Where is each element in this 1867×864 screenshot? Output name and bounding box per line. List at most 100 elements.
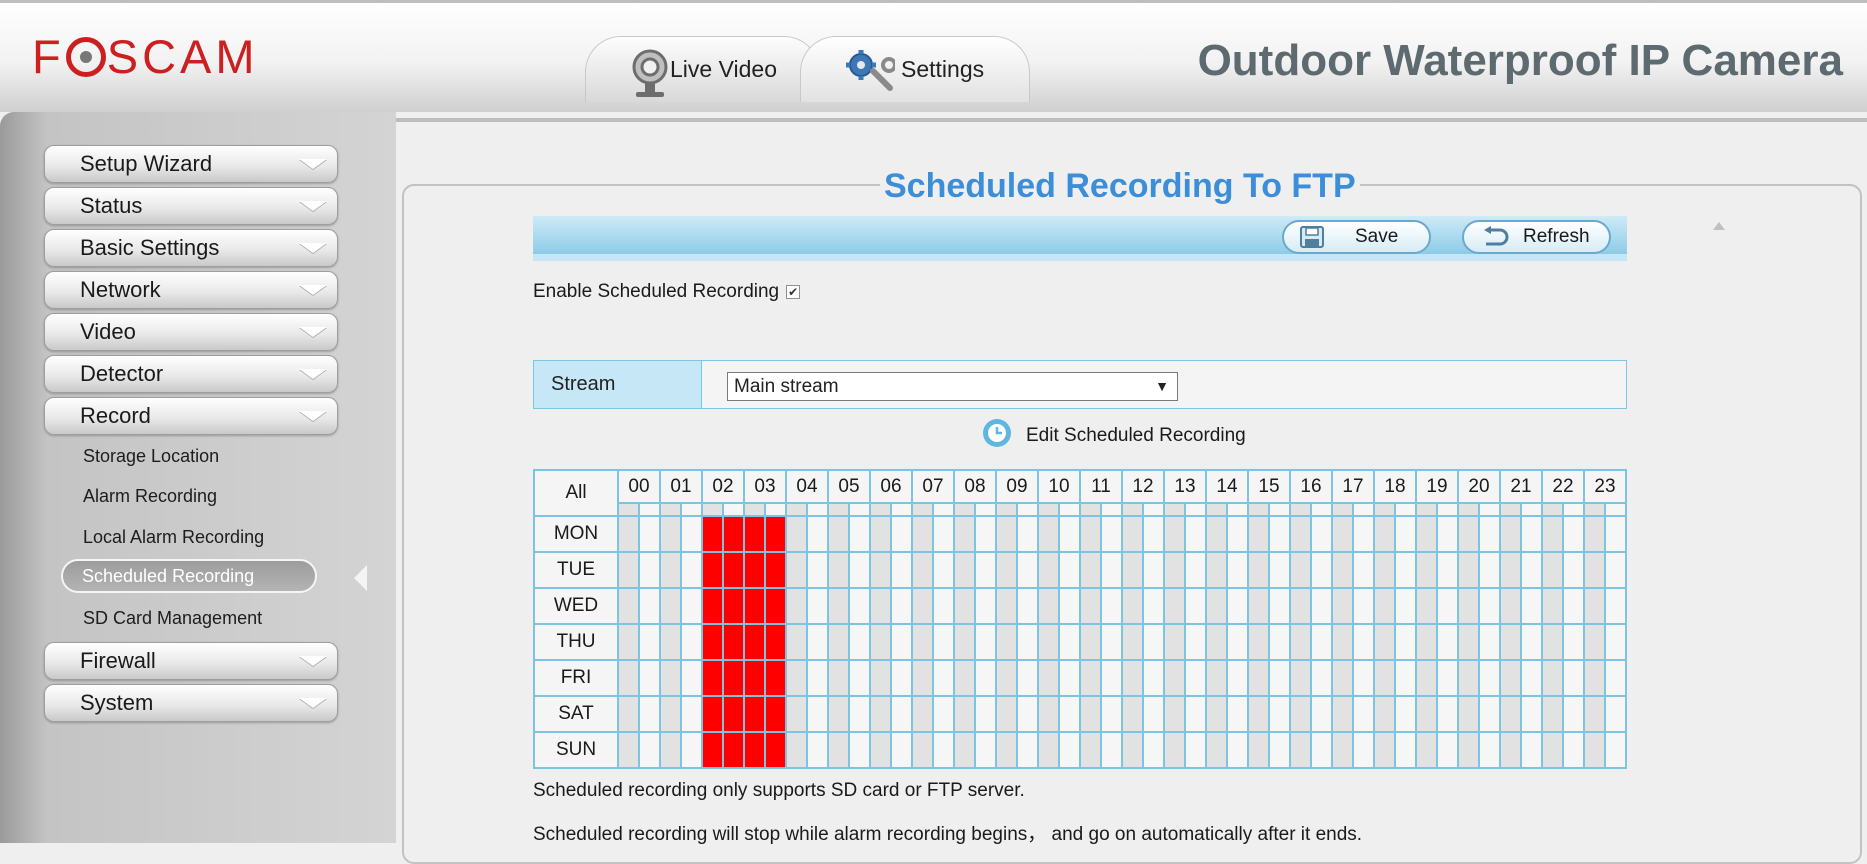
schedule-cell-recording[interactable] <box>701 659 724 697</box>
half-hour-column-selector[interactable] <box>953 501 976 518</box>
schedule-cell[interactable] <box>785 731 808 769</box>
schedule-cell[interactable] <box>659 623 682 661</box>
schedule-cell[interactable] <box>1583 659 1606 697</box>
schedule-cell[interactable] <box>1142 551 1165 589</box>
half-hour-column-selector[interactable] <box>638 501 661 518</box>
schedule-cell[interactable] <box>1226 551 1249 589</box>
schedule-cell[interactable] <box>1499 515 1522 553</box>
schedule-cell[interactable] <box>1184 587 1207 625</box>
schedule-cell-recording[interactable] <box>764 587 787 625</box>
schedule-cell[interactable] <box>890 623 913 661</box>
schedule-cell[interactable] <box>1226 587 1249 625</box>
schedule-cell[interactable] <box>1268 731 1291 769</box>
schedule-cell[interactable] <box>680 587 703 625</box>
hour-header[interactable]: 11 <box>1079 469 1123 504</box>
schedule-cell[interactable] <box>1415 623 1438 661</box>
schedule-cell[interactable] <box>1415 731 1438 769</box>
schedule-cell[interactable] <box>932 623 955 661</box>
schedule-cell[interactable] <box>1058 587 1081 625</box>
half-hour-column-selector[interactable] <box>1058 501 1081 518</box>
schedule-cell[interactable] <box>1541 731 1564 769</box>
schedule-cell[interactable] <box>680 659 703 697</box>
schedule-cell[interactable] <box>1247 515 1270 553</box>
schedule-cell[interactable] <box>890 515 913 553</box>
hour-header[interactable]: 18 <box>1373 469 1417 504</box>
schedule-cell[interactable] <box>995 731 1018 769</box>
schedule-cell[interactable] <box>827 587 850 625</box>
schedule-cell[interactable] <box>1142 659 1165 697</box>
schedule-cell[interactable] <box>1310 695 1333 733</box>
schedule-cell[interactable] <box>680 551 703 589</box>
schedule-cell[interactable] <box>869 623 892 661</box>
menu-detector[interactable]: Detector <box>44 355 338 393</box>
schedule-cell[interactable] <box>953 551 976 589</box>
schedule-cell[interactable] <box>1499 551 1522 589</box>
schedule-cell[interactable] <box>806 587 829 625</box>
schedule-cell[interactable] <box>680 515 703 553</box>
half-hour-column-selector[interactable] <box>827 501 850 518</box>
schedule-cell[interactable] <box>848 623 871 661</box>
schedule-cell[interactable] <box>1226 515 1249 553</box>
hour-header[interactable]: 03 <box>743 469 787 504</box>
schedule-cell[interactable] <box>1373 587 1396 625</box>
schedule-cell[interactable] <box>1268 551 1291 589</box>
hour-header[interactable]: 20 <box>1457 469 1501 504</box>
schedule-cell[interactable] <box>953 659 976 697</box>
schedule-cell[interactable] <box>1310 515 1333 553</box>
schedule-cell[interactable] <box>911 623 934 661</box>
half-hour-column-selector[interactable] <box>806 501 829 518</box>
schedule-cell[interactable] <box>1142 731 1165 769</box>
half-hour-column-selector[interactable] <box>680 501 703 518</box>
day-header[interactable]: FRI <box>533 659 619 697</box>
schedule-cell[interactable] <box>1541 623 1564 661</box>
schedule-cell[interactable] <box>1100 731 1123 769</box>
half-hour-column-selector[interactable] <box>890 501 913 518</box>
schedule-cell[interactable] <box>1016 731 1039 769</box>
schedule-cell[interactable] <box>1289 587 1312 625</box>
schedule-cell[interactable] <box>1247 731 1270 769</box>
hour-header[interactable]: 00 <box>617 469 661 504</box>
schedule-cell[interactable] <box>1310 587 1333 625</box>
schedule-cell-recording[interactable] <box>764 659 787 697</box>
schedule-cell-recording[interactable] <box>722 695 745 733</box>
schedule-cell[interactable] <box>827 695 850 733</box>
schedule-cell[interactable] <box>1457 695 1480 733</box>
tab-settings[interactable]: Settings <box>800 36 1030 102</box>
schedule-cell[interactable] <box>1058 551 1081 589</box>
day-header[interactable]: TUE <box>533 551 619 589</box>
schedule-cell[interactable] <box>1289 515 1312 553</box>
half-hour-column-selector[interactable] <box>911 501 934 518</box>
schedule-cell-recording[interactable] <box>722 659 745 697</box>
schedule-cell[interactable] <box>932 551 955 589</box>
tab-live-video[interactable]: Live Video <box>585 36 820 102</box>
schedule-cell[interactable] <box>1100 587 1123 625</box>
stream-select[interactable]: Main stream ▼ <box>727 372 1178 401</box>
half-hour-column-selector[interactable] <box>1499 501 1522 518</box>
schedule-cell-recording[interactable] <box>701 623 724 661</box>
schedule-cell[interactable] <box>1268 623 1291 661</box>
schedule-cell[interactable] <box>1205 695 1228 733</box>
schedule-cell-recording[interactable] <box>701 515 724 553</box>
schedule-cell[interactable] <box>1226 623 1249 661</box>
schedule-cell[interactable] <box>1205 623 1228 661</box>
schedule-cell-recording[interactable] <box>701 551 724 589</box>
day-header[interactable]: SUN <box>533 731 619 769</box>
schedule-cell[interactable] <box>1016 695 1039 733</box>
schedule-cell[interactable] <box>1604 551 1627 589</box>
schedule-cell[interactable] <box>974 695 997 733</box>
schedule-cell[interactable] <box>1499 731 1522 769</box>
schedule-cell[interactable] <box>1079 659 1102 697</box>
schedule-cell[interactable] <box>869 515 892 553</box>
hour-header[interactable]: 02 <box>701 469 745 504</box>
schedule-cell[interactable] <box>974 623 997 661</box>
schedule-cell[interactable] <box>1436 659 1459 697</box>
save-button[interactable]: Save <box>1282 220 1431 254</box>
schedule-cell[interactable] <box>1604 659 1627 697</box>
schedule-cell[interactable] <box>1037 623 1060 661</box>
schedule-cell[interactable] <box>1604 515 1627 553</box>
schedule-cell[interactable] <box>932 731 955 769</box>
schedule-cell[interactable] <box>659 659 682 697</box>
sub-item-scheduled-recording[interactable]: Scheduled Recording <box>61 559 317 593</box>
sub-item-sd-card-management[interactable]: SD Card Management <box>83 606 262 630</box>
schedule-cell[interactable] <box>1583 587 1606 625</box>
